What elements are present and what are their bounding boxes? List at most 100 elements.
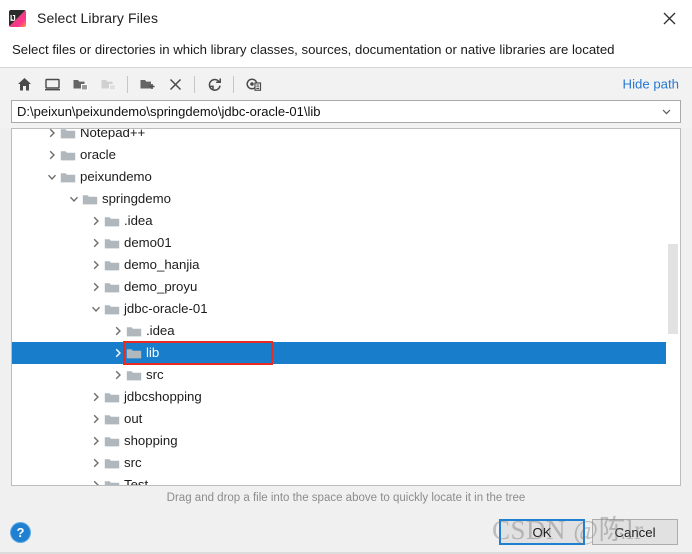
tree-row[interactable]: jdbcshopping bbox=[12, 386, 680, 408]
tree-row[interactable]: shopping bbox=[12, 430, 680, 452]
chevron-right-icon[interactable] bbox=[88, 279, 104, 295]
tree-row[interactable]: Notepad++ bbox=[12, 128, 680, 144]
tree-row[interactable]: demo_hanjia bbox=[12, 254, 680, 276]
tree-row-label: oracle bbox=[80, 147, 116, 162]
chevron-right-icon[interactable] bbox=[110, 367, 126, 383]
chevron-right-icon[interactable] bbox=[110, 323, 126, 339]
tree-row[interactable]: src bbox=[12, 452, 680, 474]
tree-row-label: Test bbox=[124, 477, 149, 485]
folder-icon bbox=[126, 368, 143, 382]
folder-icon bbox=[60, 148, 77, 162]
tree-row-label: peixundemo bbox=[80, 169, 152, 184]
title-bar: Select Library Files bbox=[0, 0, 692, 36]
folder-icon bbox=[104, 258, 121, 272]
intellij-idea-icon bbox=[9, 9, 26, 27]
folder-icon bbox=[104, 214, 121, 228]
window-title: Select Library Files bbox=[37, 10, 159, 26]
chevron-right-icon[interactable] bbox=[88, 433, 104, 449]
tree-row-label: src bbox=[124, 455, 142, 470]
ok-button[interactable]: OK bbox=[499, 519, 585, 545]
folder-icon bbox=[104, 236, 121, 250]
tree-row[interactable]: peixundemo bbox=[12, 166, 680, 188]
tree-row-label: jdbcshopping bbox=[124, 389, 202, 404]
show-hidden-files-icon[interactable] bbox=[239, 71, 267, 97]
folder-icon bbox=[104, 280, 121, 294]
folder-icon bbox=[60, 129, 77, 140]
delete-icon[interactable] bbox=[161, 71, 189, 97]
folder-icon bbox=[82, 192, 99, 206]
tree-row-label: jdbc-oracle-01 bbox=[124, 301, 208, 316]
tree-row[interactable]: oracle bbox=[12, 144, 680, 166]
toolbar-separator-1 bbox=[127, 75, 128, 93]
select-library-files-dialog: Select Library Files Select files or dir… bbox=[0, 0, 692, 554]
tree-row-label: shopping bbox=[124, 433, 178, 448]
toolbar-separator-3 bbox=[233, 75, 234, 93]
tree-row[interactable]: demo01 bbox=[12, 232, 680, 254]
hide-path-link[interactable]: Hide path bbox=[623, 77, 679, 92]
chevron-down-icon[interactable] bbox=[66, 191, 82, 207]
chevron-down-icon[interactable] bbox=[88, 301, 104, 317]
path-input[interactable]: D:\peixun\peixundemo\springdemo\jdbc-ora… bbox=[17, 104, 660, 119]
drag-drop-hint: Drag and drop a file into the space abov… bbox=[0, 486, 692, 510]
chevron-right-icon[interactable] bbox=[88, 257, 104, 273]
tree-row[interactable]: out bbox=[12, 408, 680, 430]
folder-icon bbox=[104, 478, 121, 485]
folder-icon bbox=[104, 412, 121, 426]
chevron-right-icon[interactable] bbox=[44, 147, 60, 163]
dialog-description: Select files or directories in which lib… bbox=[0, 36, 692, 67]
tree-row[interactable]: jdbc-oracle-01 bbox=[12, 298, 680, 320]
tree-row-label: src bbox=[146, 367, 164, 382]
chevron-right-icon[interactable] bbox=[88, 455, 104, 471]
chevron-right-icon[interactable] bbox=[88, 389, 104, 405]
folder-icon bbox=[60, 170, 77, 184]
folder-icon bbox=[104, 456, 121, 470]
path-combobox[interactable]: D:\peixun\peixundemo\springdemo\jdbc-ora… bbox=[11, 100, 681, 123]
folder-icon bbox=[126, 346, 143, 360]
chevron-down-icon[interactable] bbox=[44, 169, 60, 185]
cancel-button[interactable]: Cancel bbox=[592, 519, 678, 545]
tree-row-label: Notepad++ bbox=[80, 128, 146, 140]
chevron-right-icon[interactable] bbox=[88, 411, 104, 427]
file-chooser-toolbar: Hide path bbox=[0, 68, 692, 100]
tree-row-label: demo_hanjia bbox=[124, 257, 200, 272]
path-field-container: D:\peixun\peixundemo\springdemo\jdbc-ora… bbox=[0, 100, 692, 128]
new-folder-icon[interactable] bbox=[133, 71, 161, 97]
footer-buttons: OK Cancel bbox=[499, 519, 678, 545]
help-icon[interactable]: ? bbox=[11, 522, 30, 542]
tree-row[interactable]: src bbox=[12, 364, 680, 386]
tree-scrollbar-thumb[interactable] bbox=[668, 244, 678, 334]
tree-scrollbar[interactable] bbox=[666, 129, 680, 485]
chevron-down-icon[interactable] bbox=[660, 105, 676, 118]
dialog-footer: ? OK Cancel bbox=[0, 510, 692, 554]
tree-row-label: .idea bbox=[146, 323, 175, 338]
folder-icon bbox=[104, 302, 121, 316]
file-tree[interactable]: Notepad++ oracle peixundemo springdemo .idea… bbox=[12, 128, 680, 485]
folder-up-icon[interactable] bbox=[66, 71, 94, 97]
tree-row[interactable]: demo_proyu bbox=[12, 276, 680, 298]
tree-row[interactable]: .idea bbox=[12, 210, 680, 232]
home-icon[interactable] bbox=[10, 71, 38, 97]
chevron-right-icon[interactable] bbox=[110, 345, 126, 361]
tree-row-selected[interactable]: lib bbox=[12, 342, 680, 364]
tree-row-label: .idea bbox=[124, 213, 153, 228]
chevron-right-icon[interactable] bbox=[88, 235, 104, 251]
desktop-icon[interactable] bbox=[38, 71, 66, 97]
tree-row-label: demo_proyu bbox=[124, 279, 198, 294]
folder-icon bbox=[104, 390, 121, 404]
toolbar-separator-2 bbox=[194, 75, 195, 93]
chevron-right-icon[interactable] bbox=[44, 129, 60, 141]
tree-row-label: lib bbox=[146, 345, 160, 360]
tree-row[interactable]: Test bbox=[12, 474, 680, 485]
folder-up-disabled-icon bbox=[94, 71, 122, 97]
tree-row-label: demo01 bbox=[124, 235, 172, 250]
tree-row[interactable]: .idea bbox=[12, 320, 680, 342]
close-icon[interactable] bbox=[646, 0, 692, 36]
tree-row[interactable]: springdemo bbox=[12, 188, 680, 210]
chevron-right-icon[interactable] bbox=[88, 477, 104, 485]
refresh-icon[interactable] bbox=[200, 71, 228, 97]
file-tree-panel: Notepad++ oracle peixundemo springdemo .idea… bbox=[11, 128, 681, 486]
folder-icon bbox=[126, 324, 143, 338]
tree-row-label: out bbox=[124, 411, 143, 426]
chevron-right-icon[interactable] bbox=[88, 213, 104, 229]
tree-row-label: springdemo bbox=[102, 191, 171, 206]
